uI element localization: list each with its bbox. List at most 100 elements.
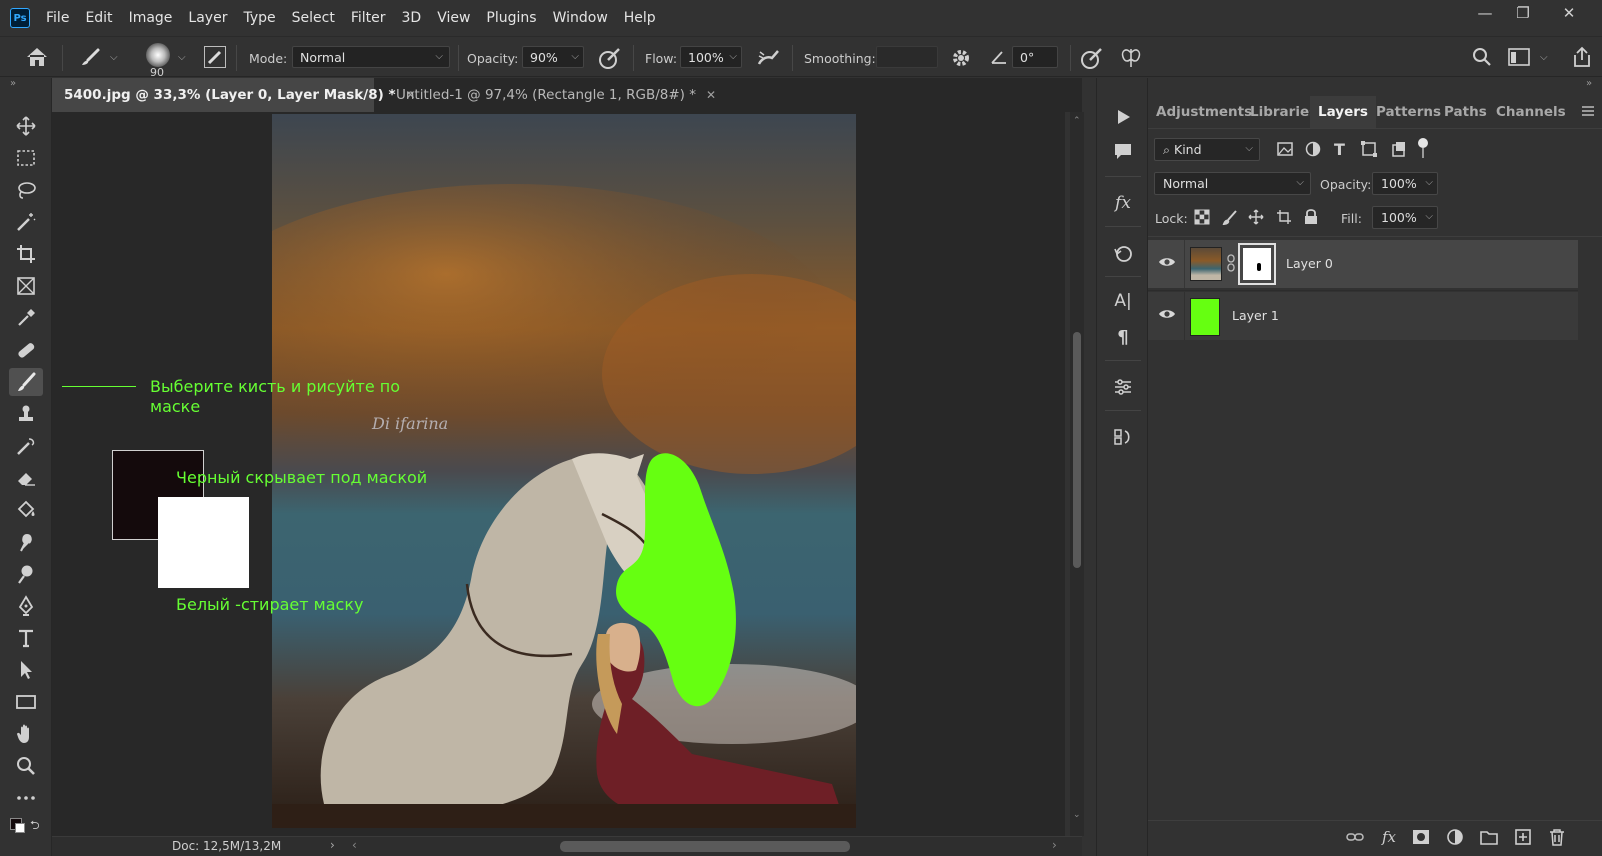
scroll-up-icon[interactable]: ⌃: [1073, 116, 1081, 126]
hand-tool-icon[interactable]: [9, 720, 43, 748]
expand-panel-icon[interactable]: »: [1586, 78, 1592, 89]
lock-artboard-icon[interactable]: [1276, 209, 1292, 225]
eyedropper-tool-icon[interactable]: [9, 304, 43, 332]
fx-styles-icon[interactable]: fx: [1108, 188, 1138, 218]
lock-transparent-icon[interactable]: [1194, 209, 1210, 225]
character-icon[interactable]: A|: [1108, 286, 1138, 316]
new-group-icon[interactable]: [1478, 826, 1500, 848]
menu-plugins[interactable]: Plugins: [486, 10, 536, 26]
layer-name[interactable]: Layer 0: [1286, 256, 1333, 271]
search-icon[interactable]: [1472, 47, 1492, 67]
type-filter-icon[interactable]: T: [1334, 140, 1345, 159]
swap-colors-icon[interactable]: ⮌: [30, 816, 40, 837]
background-color-swatch[interactable]: [15, 823, 25, 833]
layer-1-thumbnail[interactable]: [1190, 298, 1220, 336]
healing-brush-tool-icon[interactable]: [9, 336, 43, 364]
delete-layer-icon[interactable]: [1546, 826, 1568, 848]
home-icon[interactable]: [24, 46, 50, 68]
share-icon[interactable]: [1572, 46, 1592, 68]
scroll-down-icon[interactable]: ⌄: [1073, 810, 1081, 820]
menu-view[interactable]: View: [437, 10, 470, 26]
more-tools-icon[interactable]: [9, 784, 43, 812]
brush-preset-icon[interactable]: [78, 47, 102, 67]
menu-type[interactable]: Type: [243, 10, 275, 26]
lock-all-icon[interactable]: [1304, 208, 1318, 225]
close-tab-icon[interactable]: ✕: [706, 88, 716, 102]
lasso-tool-icon[interactable]: [9, 176, 43, 204]
channels-history-icon[interactable]: [1108, 422, 1138, 452]
menu-image[interactable]: Image: [129, 10, 173, 26]
layer-0-thumbnail[interactable]: [1190, 247, 1222, 281]
eraser-tool-icon[interactable]: [9, 464, 43, 492]
opacity-field[interactable]: 90% ⌵: [522, 46, 584, 68]
shape-filter-icon[interactable]: [1360, 140, 1378, 158]
layer-row-layer-0[interactable]: Layer 0: [1148, 240, 1578, 288]
layer-mask-thumbnail[interactable]: [1238, 243, 1276, 285]
panel-menu-icon[interactable]: [1582, 106, 1594, 116]
tab-5400-jpg[interactable]: 5400.jpg @ 33,3% (Layer 0, Layer Mask/8)…: [52, 78, 416, 112]
menu-layer[interactable]: Layer: [188, 10, 227, 26]
chevron-down-icon[interactable]: ⌵: [178, 52, 186, 63]
status-menu-chevron-icon[interactable]: ›: [330, 838, 335, 852]
filter-toggle-icon[interactable]: [1418, 138, 1428, 148]
layer-name[interactable]: Layer 1: [1232, 308, 1279, 323]
clone-stamp-tool-icon[interactable]: [9, 400, 43, 428]
brush-tool-icon[interactable]: [9, 368, 43, 396]
scroll-left-icon[interactable]: ‹: [352, 838, 357, 852]
smoothing-field[interactable]: [876, 46, 938, 68]
adjustment-filter-icon[interactable]: [1304, 140, 1322, 158]
menu-file[interactable]: File: [46, 10, 69, 26]
airbrush-icon[interactable]: [756, 46, 782, 70]
layer-row-layer-1[interactable]: Layer 1: [1148, 292, 1578, 340]
vertical-scroll-thumb[interactable]: [1073, 332, 1081, 568]
smudge-tool-icon[interactable]: [9, 528, 43, 556]
brush-tip-preview[interactable]: [146, 43, 170, 67]
mode-select[interactable]: Normal ⌵: [292, 46, 450, 68]
doc-size-status[interactable]: Doc: 12,5M/13,2M: [172, 839, 281, 853]
marquee-tool-icon[interactable]: [9, 144, 43, 172]
frame-tool-icon[interactable]: [9, 272, 43, 300]
adjustments-sliders-icon[interactable]: [1108, 372, 1138, 402]
scroll-right-icon[interactable]: ›: [1052, 838, 1057, 852]
flow-field[interactable]: 100% ⌵: [680, 46, 742, 68]
pixel-filter-icon[interactable]: [1276, 140, 1294, 158]
path-selection-tool-icon[interactable]: [9, 656, 43, 684]
menu-3d[interactable]: 3D: [402, 10, 422, 26]
tab-adjustments[interactable]: Adjustments: [1156, 96, 1252, 128]
menu-edit[interactable]: Edit: [85, 10, 112, 26]
chevron-down-icon[interactable]: ⌵: [1540, 52, 1548, 63]
type-tool-icon[interactable]: [9, 624, 43, 652]
angle-field[interactable]: 0°: [1012, 46, 1058, 68]
smart-object-filter-icon[interactable]: [1390, 140, 1408, 158]
paragraph-icon[interactable]: ¶: [1108, 322, 1138, 352]
lock-pixels-icon[interactable]: [1222, 209, 1238, 225]
add-mask-icon[interactable]: [1410, 826, 1432, 848]
new-adjustment-layer-icon[interactable]: [1444, 826, 1466, 848]
chevron-down-icon[interactable]: ⌵: [110, 52, 118, 63]
pressure-opacity-icon[interactable]: [598, 46, 622, 70]
workspace-icon[interactable]: [1508, 48, 1530, 66]
tab-channels[interactable]: Channels: [1496, 96, 1566, 128]
tab-layers[interactable]: Layers: [1310, 96, 1376, 128]
layer-filter-kind-select[interactable]: ⌕ Kind ⌵: [1154, 138, 1260, 161]
visibility-eye-icon[interactable]: [1158, 308, 1176, 320]
tab-libraries[interactable]: Libraries: [1250, 96, 1317, 128]
horizontal-scroll-thumb[interactable]: [560, 841, 850, 852]
layer-opacity-field[interactable]: 100% ⌵: [1372, 172, 1438, 195]
tab-paths[interactable]: Paths: [1444, 96, 1487, 128]
pen-tool-icon[interactable]: [9, 592, 43, 620]
play-action-icon[interactable]: [1108, 102, 1138, 132]
brush-settings-icon[interactable]: [204, 46, 226, 68]
move-tool-icon[interactable]: [9, 112, 43, 140]
mask-link-icon[interactable]: [1226, 254, 1236, 272]
close-button[interactable]: ✕: [1546, 0, 1592, 26]
comment-icon[interactable]: [1108, 136, 1138, 166]
tab-untitled-1[interactable]: Untitled-1 @ 97,4% (Rectangle 1, RGB/8#)…: [384, 78, 716, 112]
zoom-tool-icon[interactable]: [9, 752, 43, 780]
new-layer-icon[interactable]: [1512, 826, 1534, 848]
link-layers-icon[interactable]: [1344, 826, 1366, 848]
menu-filter[interactable]: Filter: [351, 10, 386, 26]
restore-button[interactable]: ❐: [1500, 0, 1546, 26]
vertical-scrollbar[interactable]: ⌃ ⌄: [1070, 112, 1084, 836]
dodge-tool-icon[interactable]: [9, 560, 43, 588]
